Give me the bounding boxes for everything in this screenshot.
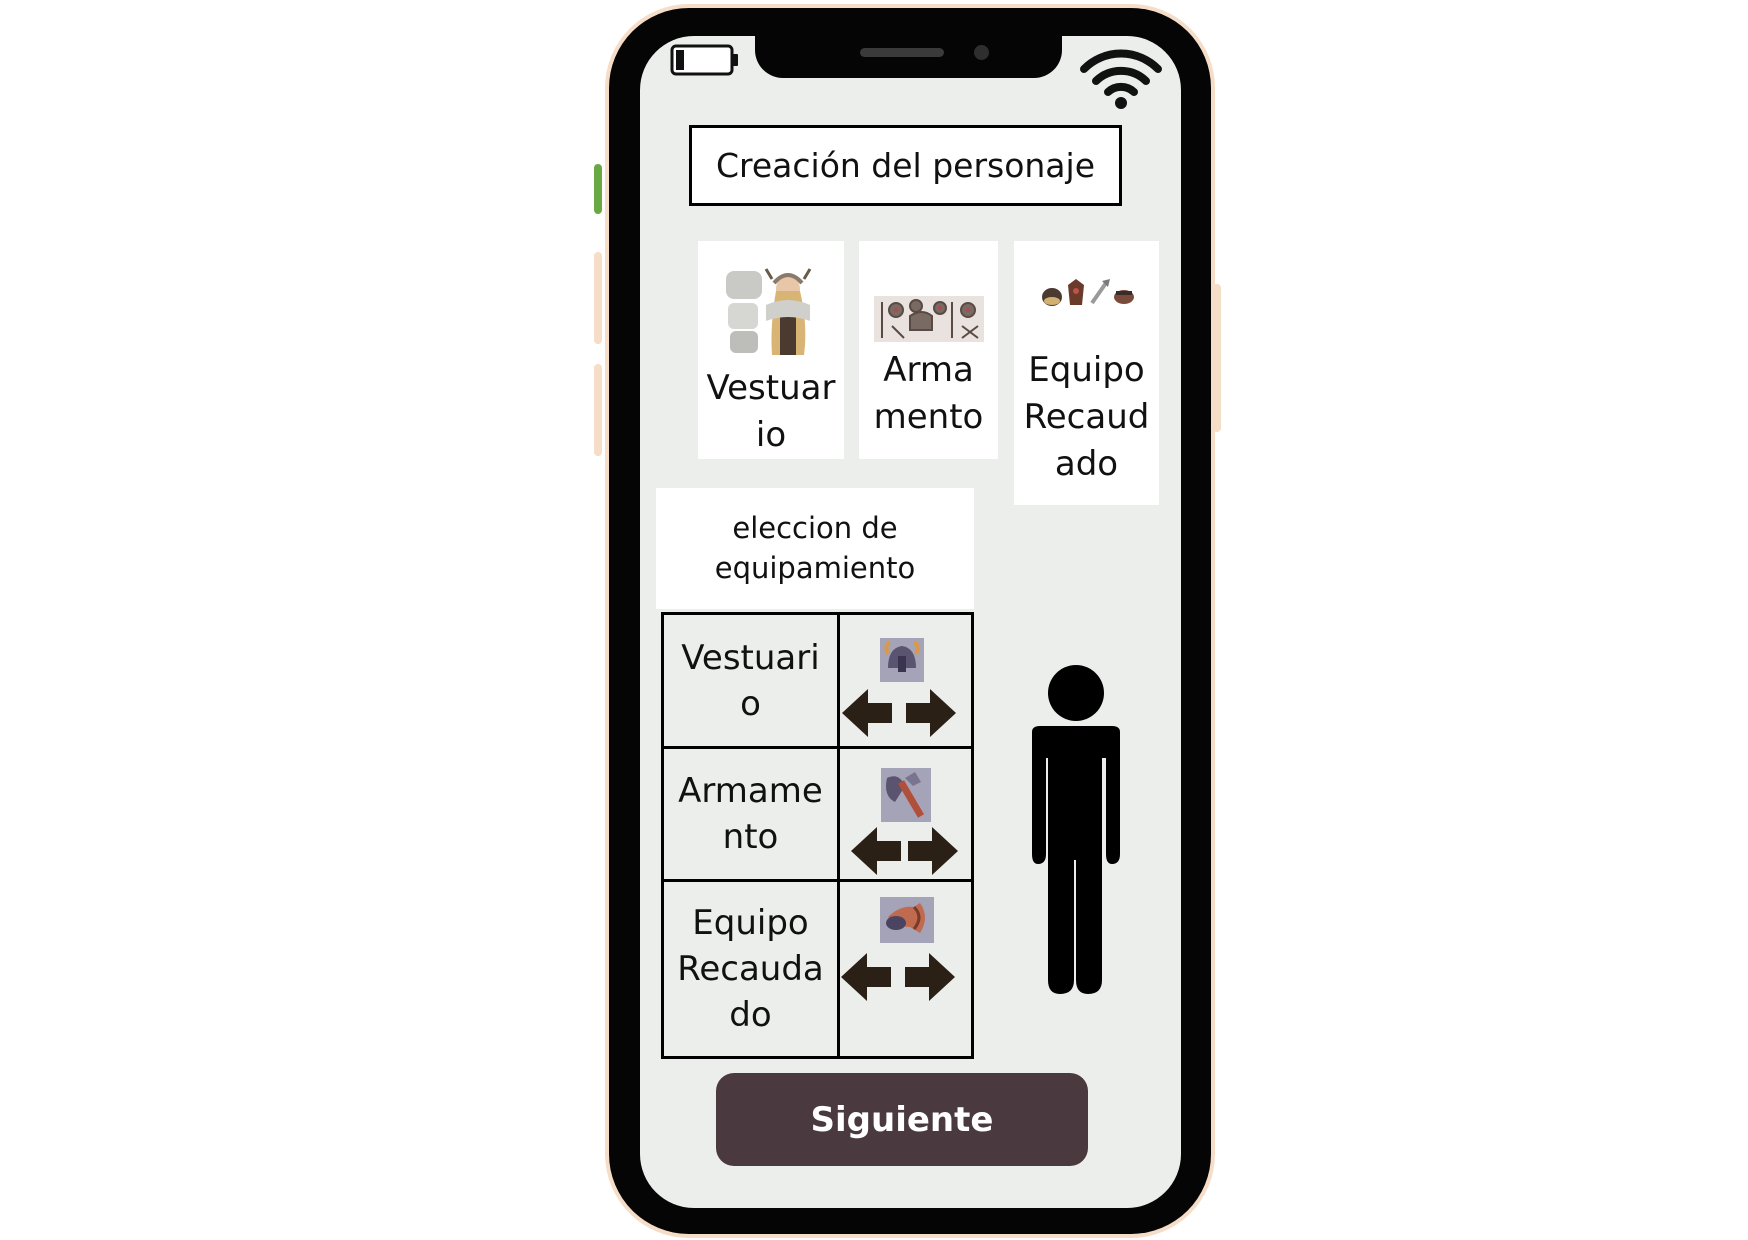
row-label-text: Armame nto: [678, 771, 823, 857]
row-label-armamento: Armame nto: [661, 746, 840, 882]
category-label-vestuario: Vestuar io: [706, 368, 836, 455]
axe-icon: [881, 768, 931, 822]
drinking-horn-icon: [880, 897, 934, 943]
row-label-text: Vestuari o: [681, 637, 820, 724]
category-card-vestuario[interactable]: Vestuar io: [698, 241, 844, 459]
battery-icon: [670, 44, 738, 76]
row-control-equipo-recaudado: [837, 879, 974, 1059]
table-row: Armame nto: [661, 746, 974, 882]
arrow-right-icon[interactable]: [906, 689, 956, 737]
category-label-equipo-recaudado: Equipo Recaud ado: [1023, 350, 1150, 484]
category-card-armamento[interactable]: Arma mento: [859, 241, 998, 459]
arrow-right-icon[interactable]: [908, 827, 958, 875]
next-button[interactable]: Siguiente: [716, 1073, 1088, 1166]
front-camera: [974, 45, 989, 60]
row-label-vestuario: Vestuari o: [661, 612, 840, 749]
row-label-equipo-recaudado: Equipo Recauda do: [661, 879, 840, 1059]
viking-weapons-image: [874, 296, 984, 342]
row-control-armamento: [837, 746, 974, 882]
arrow-left-icon[interactable]: [841, 953, 891, 1001]
phone-screen: Creación del personaje Vestuar io Arma m…: [640, 36, 1181, 1208]
arrow-left-icon[interactable]: [842, 689, 892, 737]
arrow-left-icon[interactable]: [851, 827, 901, 875]
viking-gear-image: [1042, 279, 1134, 306]
viking-woman-costume-image: [726, 268, 812, 355]
notch: [755, 36, 1062, 78]
category-card-equipo-recaudado[interactable]: Equipo Recaud ado: [1014, 241, 1159, 505]
table-row: Equipo Recauda do: [661, 879, 974, 1059]
selection-heading: eleccion de equipamiento: [656, 488, 974, 609]
speaker: [860, 48, 944, 57]
category-label-armamento: Arma mento: [873, 350, 984, 437]
viking-helmet-icon: [880, 638, 924, 682]
side-button-volume-down[interactable]: [594, 364, 602, 456]
page-title: Creación del personaje: [689, 125, 1122, 206]
side-button-volume-up[interactable]: [594, 252, 602, 344]
table-row: Vestuari o: [661, 612, 974, 749]
wifi-icon: [1080, 49, 1162, 109]
row-control-vestuario: [837, 612, 974, 749]
character-preview-figure: [1032, 665, 1120, 994]
equipment-selection-table: Vestuari o Armame nto Equipo Recauda do: [661, 612, 974, 1059]
side-button-silent[interactable]: [594, 164, 602, 214]
arrow-right-icon[interactable]: [905, 953, 955, 1001]
row-label-text: Equipo Recauda do: [677, 903, 824, 1035]
